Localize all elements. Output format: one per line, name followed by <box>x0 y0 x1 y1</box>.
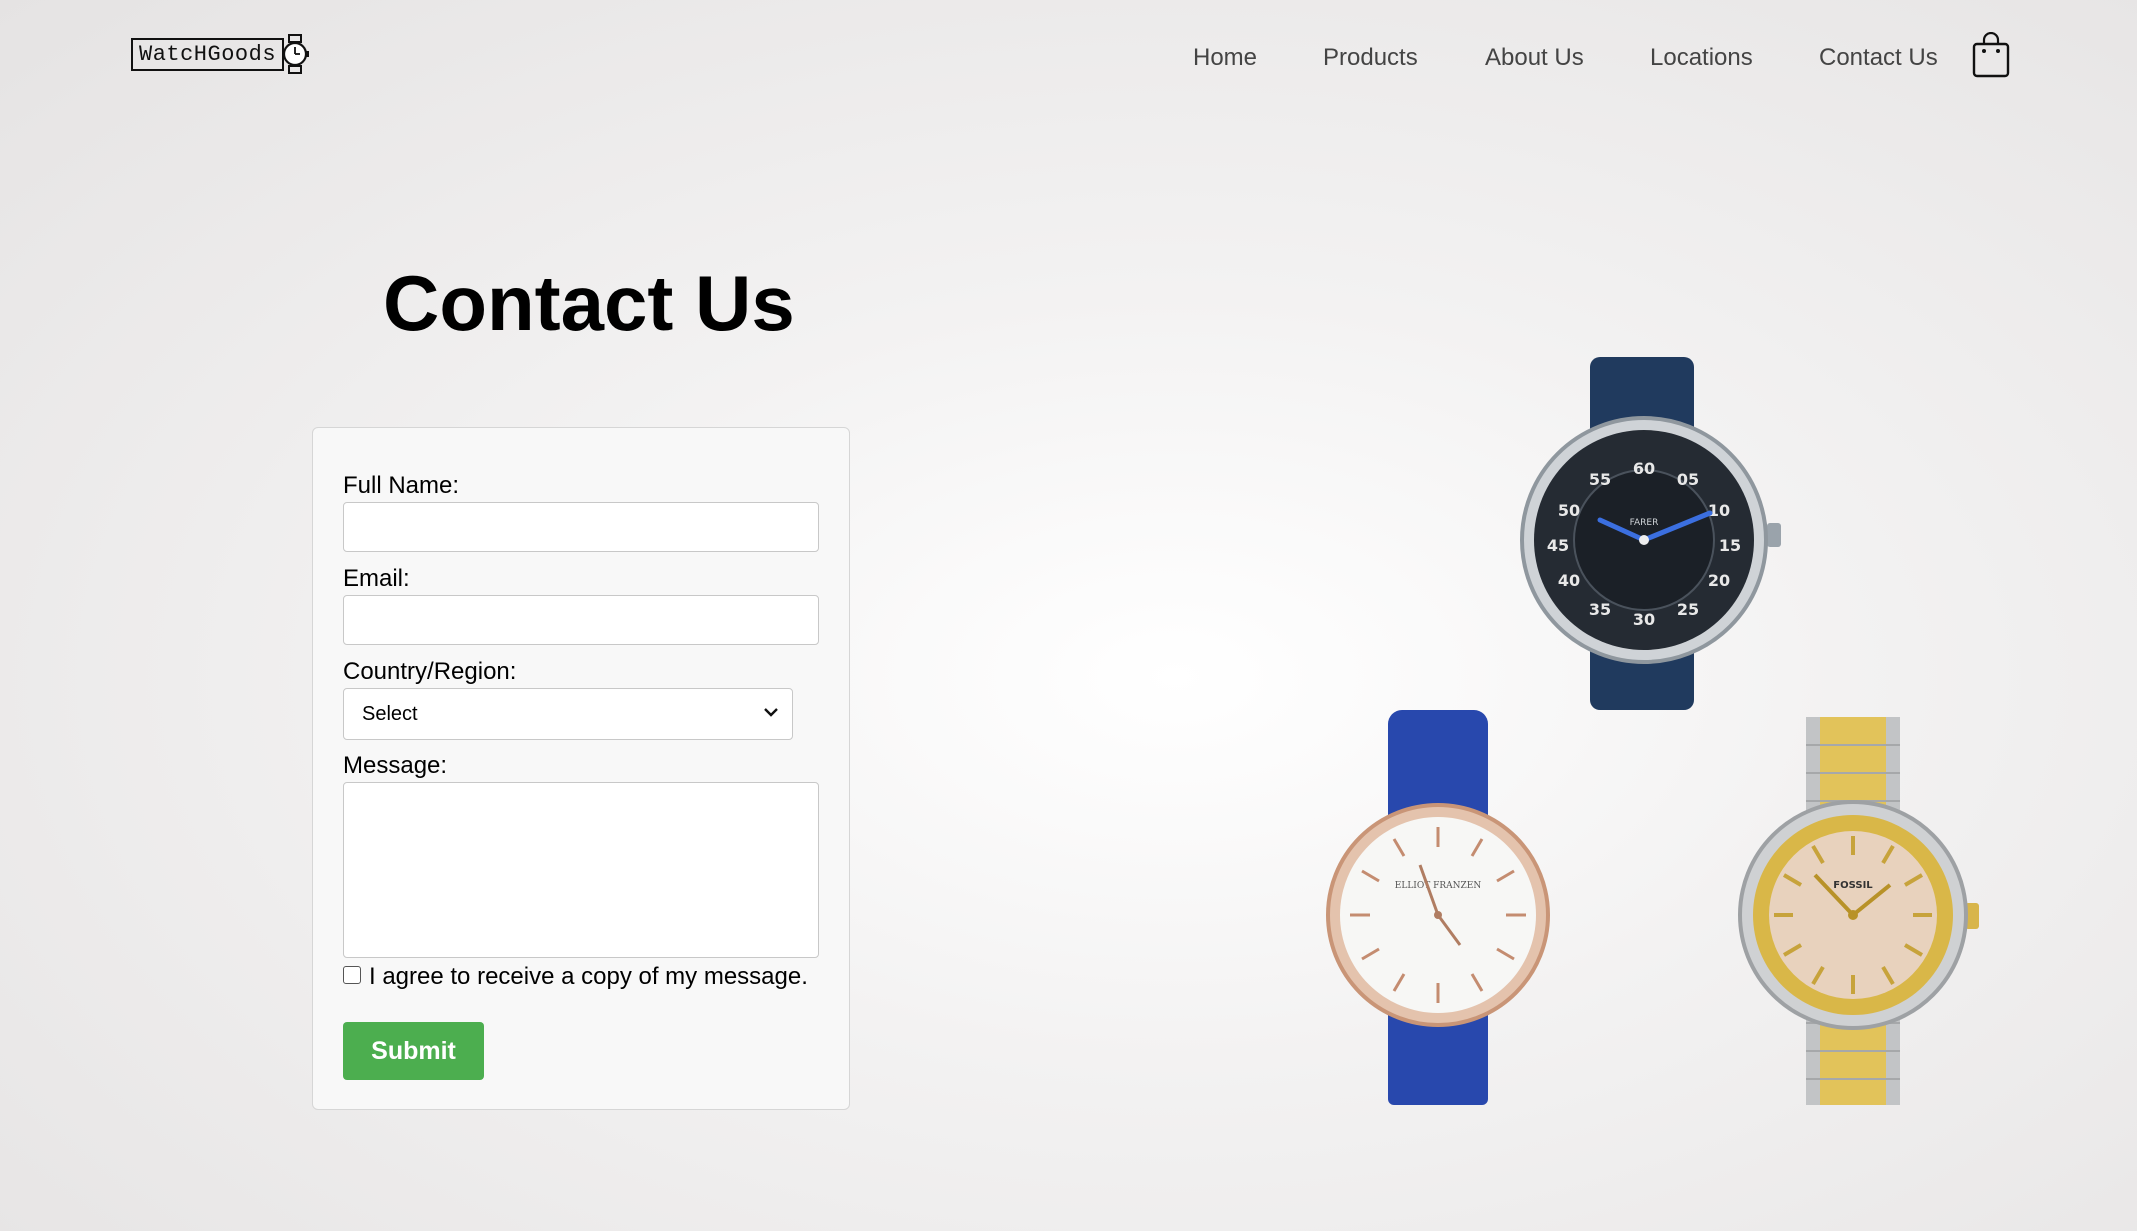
copy-checkbox-label: I agree to receive a copy of my message. <box>369 963 808 990</box>
svg-text:05: 05 <box>1677 470 1699 489</box>
svg-text:50: 50 <box>1558 501 1580 520</box>
nav-products-link[interactable]: Products <box>1323 44 1418 72</box>
navy-watch: 60 05 10 15 20 25 30 35 40 45 50 55 FARE… <box>1520 357 1781 710</box>
nav-locations-link[interactable]: Locations <box>1650 44 1753 72</box>
svg-text:60: 60 <box>1633 459 1655 478</box>
brand-logo[interactable]: WatcHGoods <box>131 34 310 74</box>
elliot-franzen-brand-text: ELLIOT FRANZEN <box>1395 881 1482 891</box>
shopping-bag-icon[interactable] <box>1972 32 2010 78</box>
country-select[interactable]: Select <box>343 688 793 740</box>
submit-button[interactable]: Submit <box>343 1022 484 1080</box>
svg-text:20: 20 <box>1708 571 1730 590</box>
country-selected-value: Select <box>362 702 418 725</box>
country-label: Country/Region: <box>343 658 517 685</box>
svg-text:35: 35 <box>1589 600 1611 619</box>
watches-image: 60 05 10 15 20 25 30 35 40 45 50 55 FARE… <box>1326 357 1979 1105</box>
copy-checkbox[interactable] <box>343 966 361 984</box>
svg-text:55: 55 <box>1589 470 1611 489</box>
logo-text: WatcHGoods <box>131 37 285 71</box>
message-textarea[interactable] <box>343 782 819 958</box>
svg-text:30: 30 <box>1633 610 1655 629</box>
message-label: Message: <box>343 752 448 779</box>
fossil-brand-text: FOSSIL <box>1833 880 1873 891</box>
email-input[interactable] <box>343 595 819 645</box>
page-title: Contact Us <box>383 259 795 347</box>
svg-text:45: 45 <box>1547 536 1569 555</box>
svg-text:15: 15 <box>1719 536 1741 555</box>
nav-contact-link[interactable]: Contact Us <box>1819 44 1938 72</box>
farer-brand-text: FARER <box>1630 518 1659 528</box>
full-name-input[interactable] <box>343 502 819 552</box>
email-label: Email: <box>343 565 410 592</box>
nav-about-link[interactable]: About Us <box>1485 44 1584 72</box>
full-name-label: Full Name: <box>343 472 460 499</box>
blue-leather-watch: ELLIOT FRANZEN <box>1326 710 1550 1105</box>
nav-home-link[interactable]: Home <box>1193 44 1257 72</box>
watch-logo-icon <box>282 34 310 74</box>
svg-text:10: 10 <box>1708 501 1730 520</box>
gold-bracelet-watch: FOSSIL <box>1738 717 1979 1105</box>
contact-form: Full Name: Email: Country/Region: Select… <box>312 427 850 1110</box>
chevron-down-icon <box>764 708 778 717</box>
svg-text:40: 40 <box>1558 571 1580 590</box>
svg-text:25: 25 <box>1677 600 1699 619</box>
